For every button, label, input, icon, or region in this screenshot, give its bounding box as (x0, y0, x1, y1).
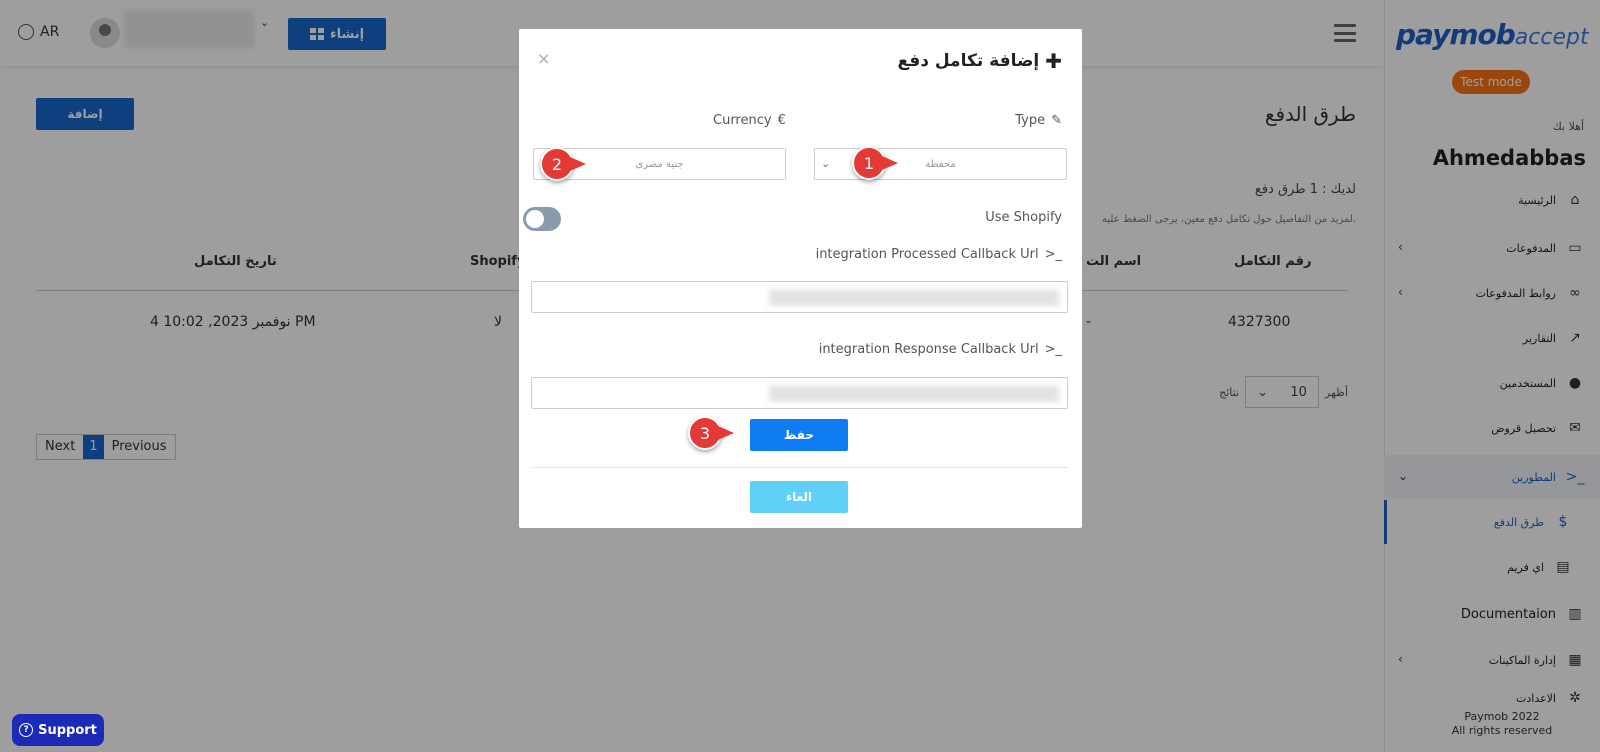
use-shopify-toggle[interactable] (523, 207, 561, 231)
step-marker-1: 1 (852, 146, 898, 180)
type-label-text: Type (1015, 113, 1046, 128)
save-button[interactable]: حفظ (750, 419, 848, 451)
step-marker-2: 2 (540, 147, 586, 181)
response-callback-label-text: integration Response Callback Url (818, 342, 1039, 357)
currency-label: Currency € (713, 113, 786, 128)
processed-callback-label-text: integration Processed Callback Url (815, 247, 1039, 262)
close-icon[interactable]: × (537, 49, 550, 68)
support-button[interactable]: ? Support (12, 714, 104, 746)
processed-callback-url-input[interactable] (531, 281, 1068, 313)
processed-callback-label: integration Processed Callback Url >_ (816, 247, 1062, 262)
modal-divider (533, 467, 1068, 468)
chevron-down-icon: ⌄ (821, 157, 831, 170)
support-label: Support (38, 722, 97, 738)
add-payment-integration-modal: إضافة تكامل دفع ✚ × Type ✎ Currency € ⌄ … (519, 29, 1082, 528)
step-marker-3: 3 (688, 416, 734, 450)
response-callback-url-input[interactable] (531, 377, 1068, 409)
type-label: Type ✎ (1015, 113, 1062, 128)
use-shopify-label: Use Shopify (985, 210, 1062, 225)
modal-title-text: إضافة تكامل دفع (897, 51, 1040, 71)
currency-label-text: Currency (713, 113, 772, 128)
question-icon: ? (19, 723, 34, 737)
blurred-url-value (769, 290, 1059, 306)
terminal-icon: >_ (1044, 247, 1062, 262)
response-callback-label: integration Response Callback Url >_ (819, 342, 1062, 357)
pencil-icon: ✎ (1051, 113, 1062, 128)
blurred-url-value (769, 386, 1059, 402)
terminal-icon: >_ (1044, 342, 1062, 357)
type-select-value: محفظة (925, 158, 956, 170)
cancel-button[interactable]: الغاء (750, 481, 848, 513)
plus-icon: ✚ (1045, 49, 1062, 73)
euro-icon: € (777, 113, 786, 128)
currency-select-value: جنية مصرى (635, 158, 684, 170)
modal-title: إضافة تكامل دفع ✚ (897, 49, 1062, 73)
